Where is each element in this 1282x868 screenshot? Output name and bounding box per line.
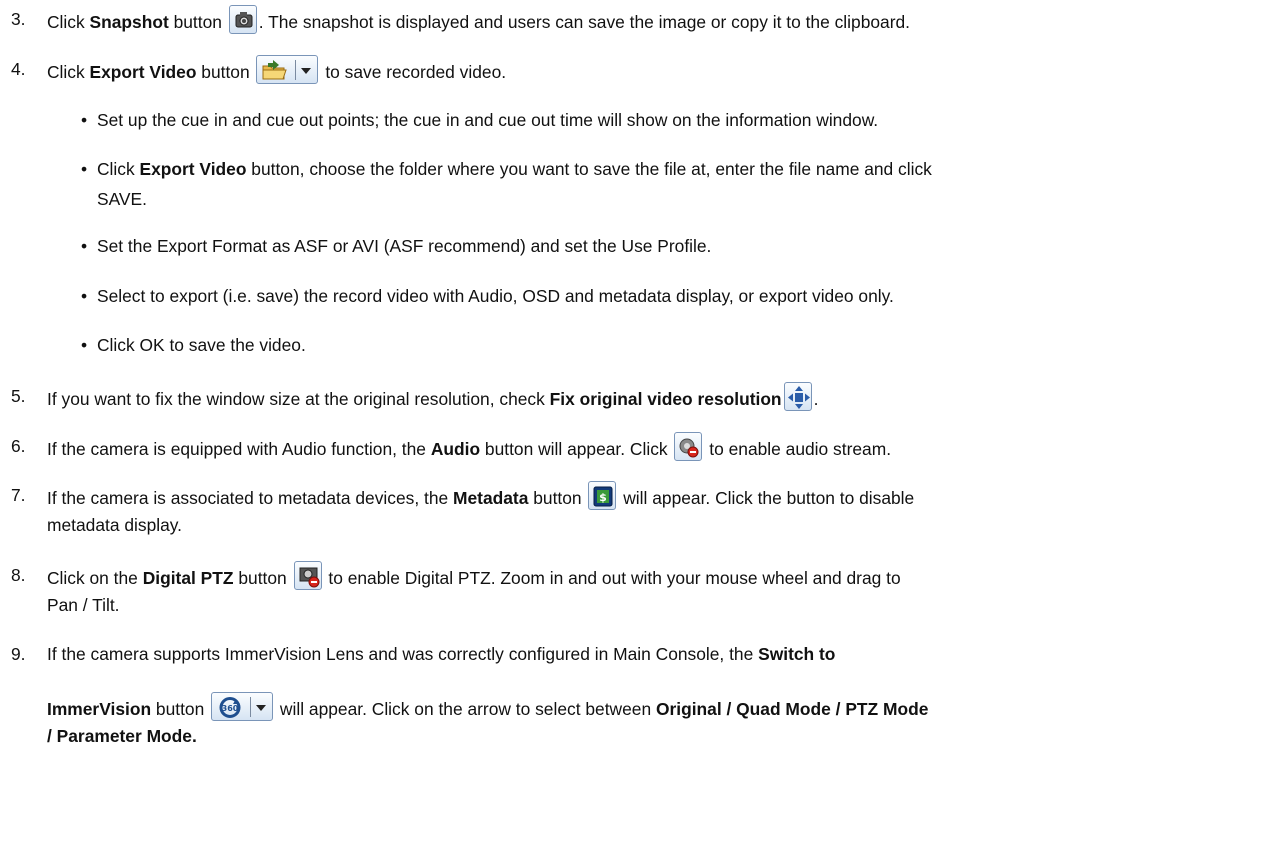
switch-immervision-split-button[interactable]: 360 — [211, 692, 274, 721]
svg-text:$: $ — [600, 491, 608, 504]
folder-export-icon — [262, 60, 312, 80]
step-number: 8. — [11, 565, 26, 585]
step-number: 4. — [11, 59, 26, 79]
step-text: If the camera is equipped with Audio fun… — [47, 432, 891, 464]
export-video-split-button[interactable] — [256, 55, 319, 84]
step-text: Click Snapshot button . The snapshot is … — [47, 5, 910, 37]
speaker-muted-icon[interactable] — [674, 432, 703, 461]
camera-icon[interactable] — [228, 5, 257, 34]
step-text: If the camera supports ImmerVision Lens … — [47, 644, 836, 664]
step-number: 6. — [11, 436, 26, 456]
step-number: 3. — [11, 9, 26, 29]
digital-ptz-icon[interactable] — [293, 561, 322, 590]
step-text: If the camera is associated to metadata … — [47, 481, 914, 513]
dollar-icon[interactable]: $ — [588, 481, 617, 510]
svg-text:360: 360 — [222, 704, 239, 713]
step-text: If you want to fix the window size at th… — [47, 382, 818, 414]
resize-arrows-icon[interactable] — [783, 382, 812, 411]
step-number: 5. — [11, 386, 26, 406]
step-text: Click Export Video button to save record… — [47, 55, 506, 87]
step-number: 9. — [11, 644, 26, 664]
step-number: 7. — [11, 485, 26, 505]
step-text: Click on the Digital PTZ button to enabl… — [47, 561, 901, 593]
360-icon: 360 — [219, 697, 267, 718]
